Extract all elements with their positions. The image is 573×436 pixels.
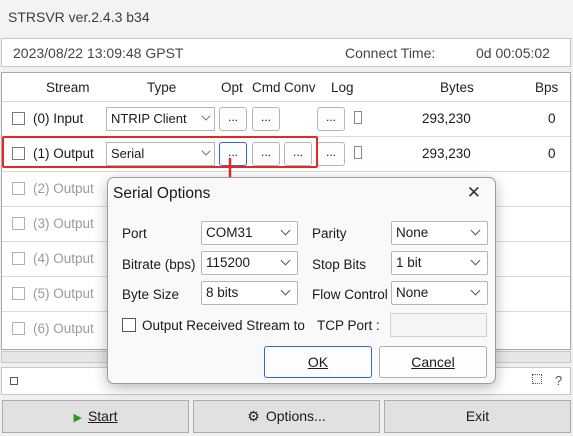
stream-type-value: NTRIP Client [111,111,187,126]
port-label: Port [122,226,147,241]
panel-icon[interactable] [532,374,542,384]
chevron-down-icon [201,111,211,121]
title-bar: STRSVR ver.2.4.3 b34 [0,0,573,36]
help-icon[interactable]: ? [555,373,562,388]
connect-time-label: Connect Time: [345,45,436,61]
stream-enable-checkbox[interactable] [12,112,25,125]
header-cmd: Cmd [252,80,281,95]
flow-control-value: None [396,285,429,300]
table-header: Stream Type Opt Cmd Conv Log Bytes Bps [2,73,570,102]
play-icon: ▶ [73,412,82,424]
parity-label: Parity [312,226,347,241]
bps-value: 0 [548,146,556,161]
log-indicator [354,146,362,159]
stream-label: (5) Output [33,286,94,301]
header-log: Log [331,80,354,95]
time-status-bar: 2023/08/22 13:09:48 GPST Connect Time: 0… [1,38,571,67]
ok-label: OK [307,354,329,370]
chevron-down-icon [280,225,291,236]
start-button[interactable]: ▶ Start [2,400,189,433]
stream-enable-checkbox[interactable] [12,322,25,335]
flow-control-select[interactable]: None [391,281,488,305]
port-select[interactable]: COM31 [201,221,298,245]
log-button[interactable]: ... [317,142,345,166]
flow-control-label: Flow Control [312,287,388,302]
gear-icon: ⚙ [247,408,260,424]
stream-enable-checkbox[interactable] [12,252,25,265]
output-received-label: Output Received Stream to [142,318,305,333]
stream-enable-checkbox[interactable] [12,287,25,300]
highlight-box [2,136,318,168]
header-stream: Stream [46,80,90,95]
parity-select[interactable]: None [391,221,488,245]
stream-type-select[interactable]: NTRIP Client [106,107,215,131]
opt-button[interactable]: ... [219,107,247,131]
stream-enable-checkbox[interactable] [12,217,25,230]
header-type: Type [147,80,177,95]
serial-options-dialog: Serial Options ✕ Port COM31 Bitrate (bps… [107,177,496,384]
stopbits-label: Stop Bits [312,257,367,272]
port-value: COM31 [206,225,253,240]
chevron-down-icon [470,285,481,296]
log-button[interactable]: ... [317,107,345,131]
bytesize-select[interactable]: 8 bits [201,281,298,305]
log-indicator [354,111,362,124]
parity-value: None [396,225,429,240]
stream-label: (6) Output [33,321,94,336]
connect-time-value: 0d 00:05:02 [476,45,550,61]
bytesize-label: Byte Size [122,287,180,302]
cancel-button[interactable]: Cancel [379,346,487,378]
header-bps: Bps [535,80,559,95]
chevron-down-icon [280,285,291,296]
stream-enable-checkbox[interactable] [12,182,25,195]
stopbits-value: 1 bit [396,255,422,270]
stream-label: (3) Output [33,216,94,231]
stream-row-input-0: (0) Input NTRIP Client ... ... ... 293,2… [2,101,570,136]
window-title: STRSVR ver.2.4.3 b34 [8,9,150,25]
bytesize-value: 8 bits [206,285,239,300]
options-label: Options... [265,408,326,424]
status-indicator-icon [10,377,18,385]
cmd-button[interactable]: ... [252,107,280,131]
exit-button[interactable]: Exit [384,400,571,433]
close-icon[interactable]: ✕ [467,183,481,203]
cancel-label: Cancel [411,354,455,370]
header-conv: Conv [284,80,316,95]
start-label: Start [87,408,118,424]
stream-label: (4) Output [33,251,94,266]
options-button[interactable]: ⚙ Options... [193,400,380,433]
current-time: 2023/08/22 13:09:48 GPST [13,45,184,61]
bitrate-select[interactable]: 115200 [201,251,298,275]
bitrate-value: 115200 [206,255,251,270]
tcp-port-label: TCP Port : [317,318,380,333]
bytes-value: 293,230 [422,111,471,126]
bps-value: 0 [548,111,556,126]
header-bytes: Bytes [440,80,474,95]
chevron-down-icon [470,225,481,236]
ok-button[interactable]: OK [264,346,372,378]
dialog-title: Serial Options [113,185,211,202]
exit-label: Exit [465,408,490,424]
output-received-checkbox[interactable] [122,318,136,332]
tcp-port-input[interactable] [390,313,487,337]
stopbits-select[interactable]: 1 bit [391,251,488,275]
chevron-down-icon [280,255,291,266]
chevron-down-icon [470,255,481,266]
header-opt: Opt [221,80,243,95]
bytes-value: 293,230 [422,146,471,161]
bitrate-label: Bitrate (bps) [122,257,196,272]
stream-label: (2) Output [33,181,94,196]
stream-label: (0) Input [33,111,84,126]
